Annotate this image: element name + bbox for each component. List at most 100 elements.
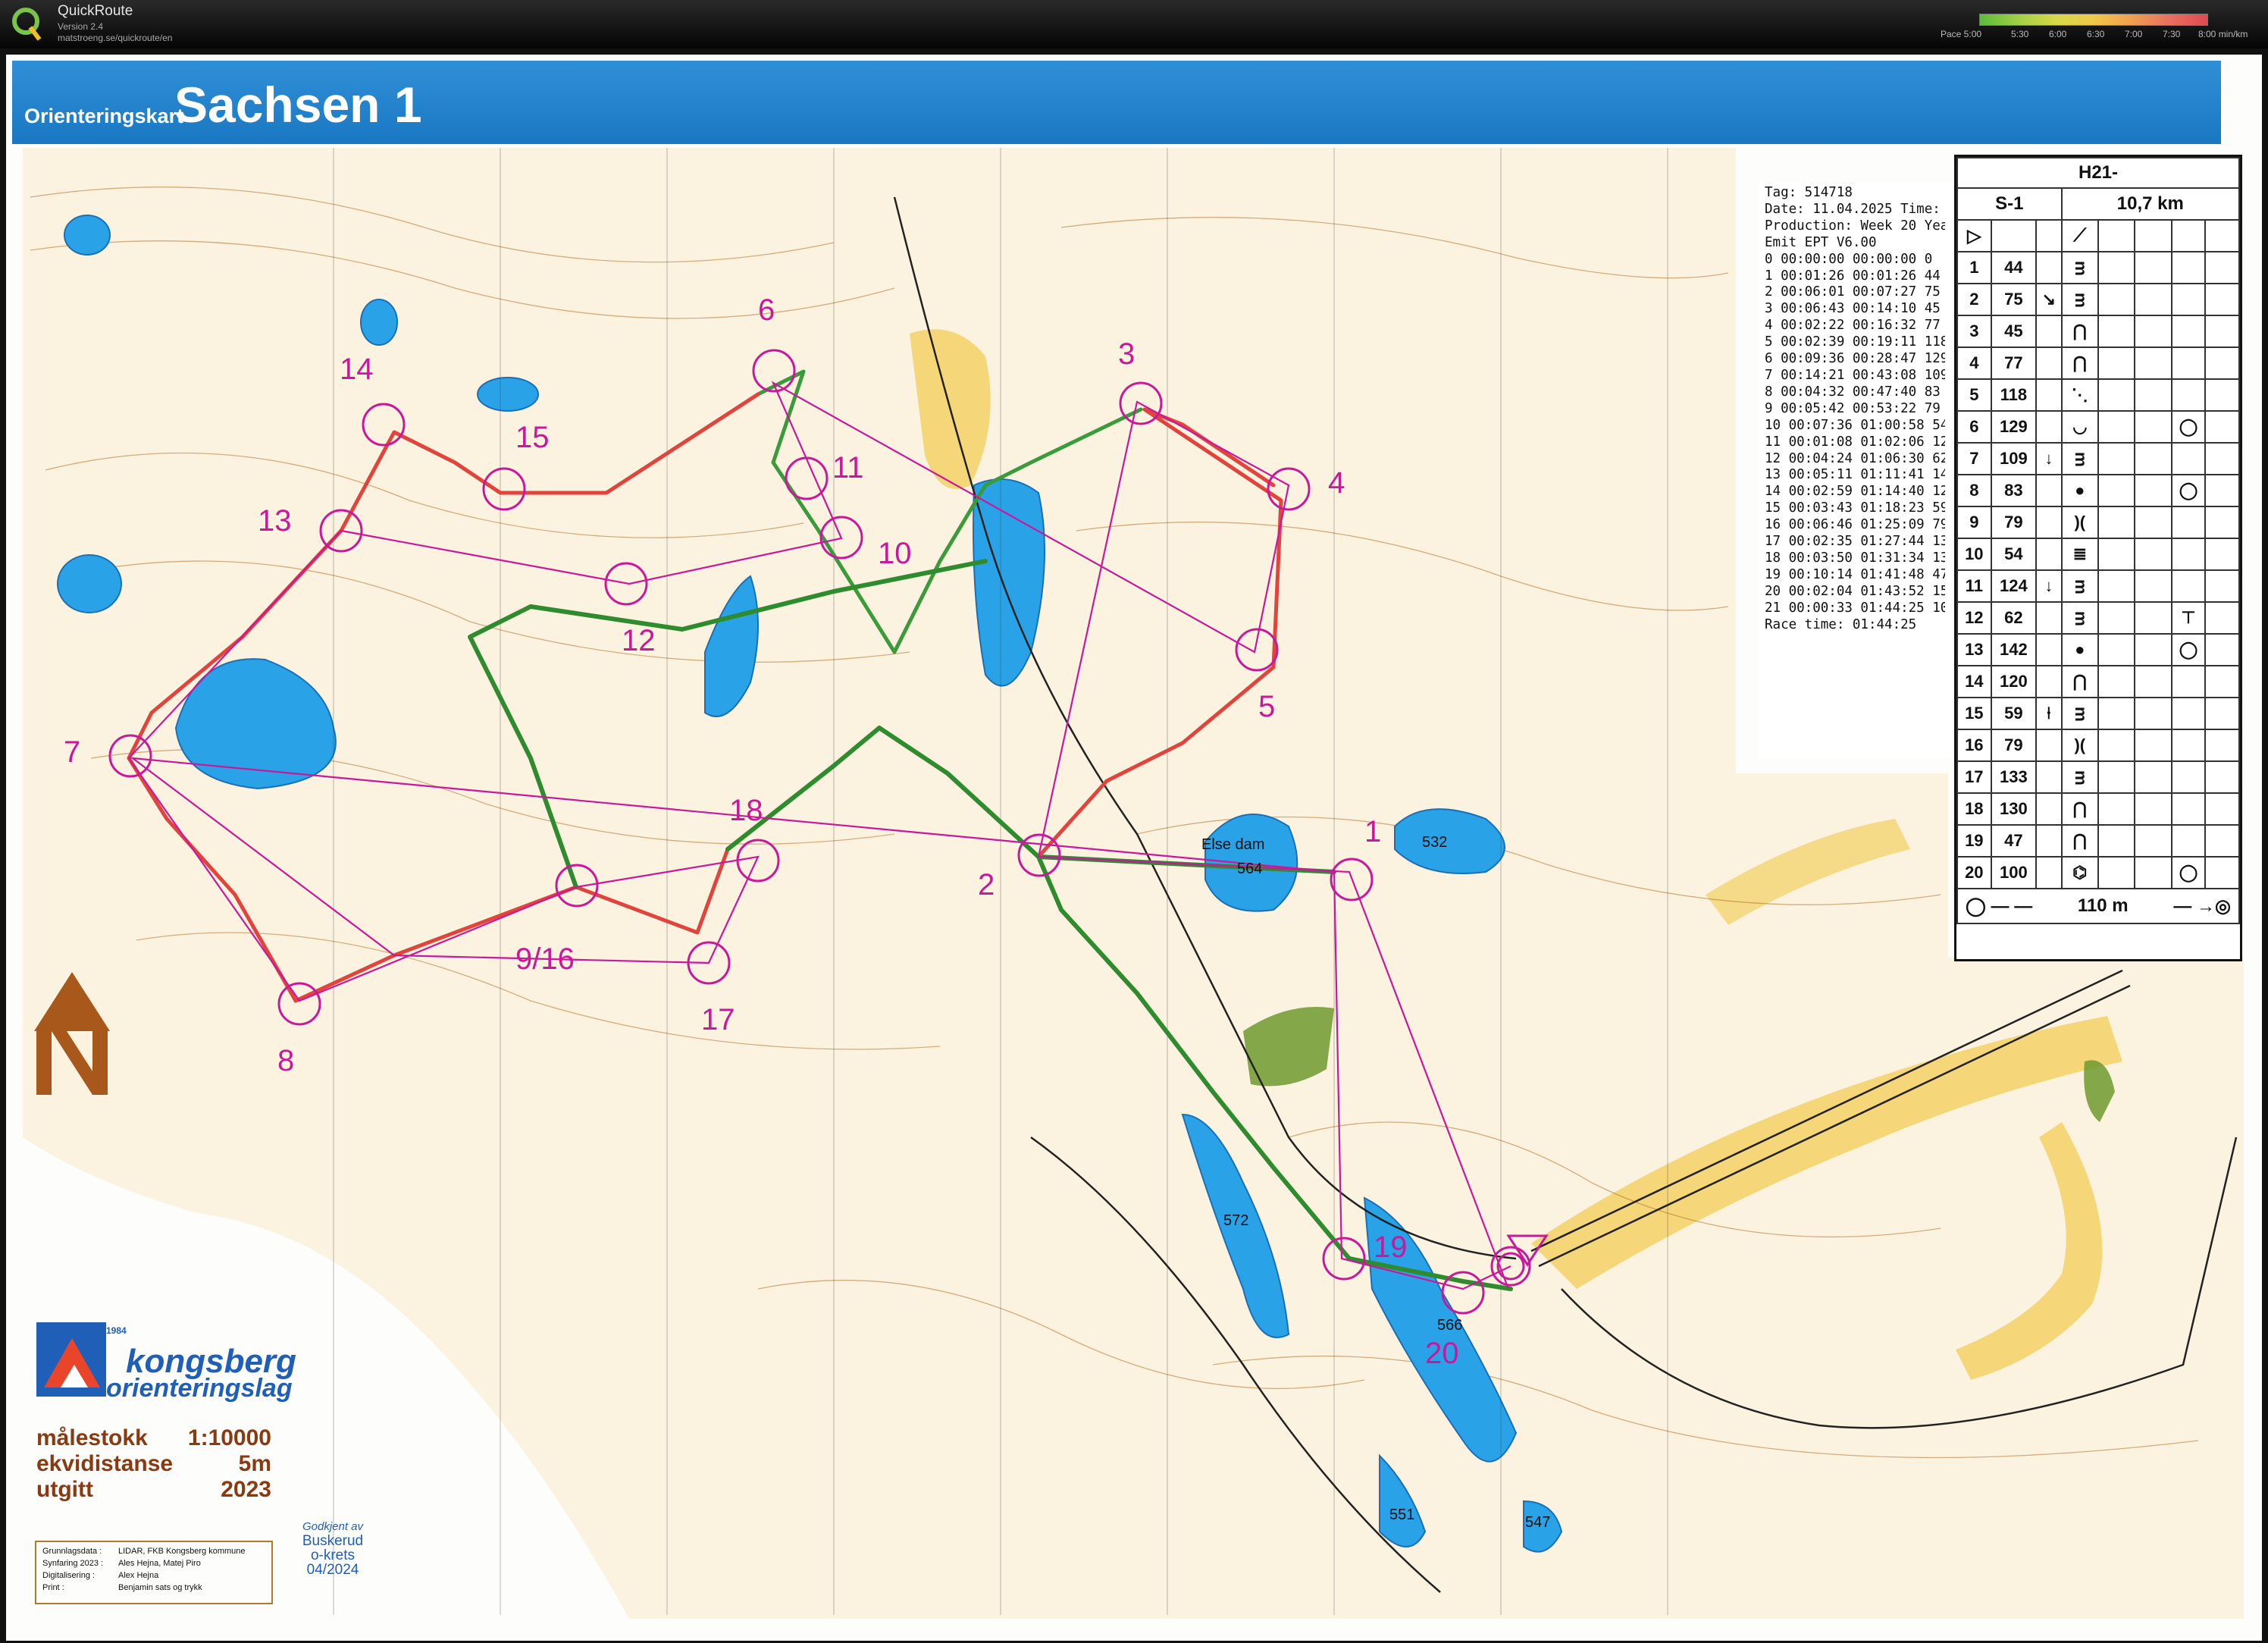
empty-cell: [2204, 697, 2240, 730]
control-row: 11 124 ↓ ᴟ: [1956, 569, 2240, 603]
control-extra-icon: ⊤: [2170, 601, 2207, 635]
control-code-cell: 77: [1990, 346, 2038, 380]
control-code-cell: 47: [1990, 824, 2038, 858]
control-direction-icon: ↓: [2035, 569, 2063, 603]
control-feature-icon: ᴟ: [2060, 601, 2099, 635]
empty-cell: [2097, 538, 2136, 571]
control-direction-icon: [2035, 251, 2063, 284]
lake-label: 547: [1525, 1514, 1550, 1531]
control-extra-icon: [2170, 665, 2207, 698]
lake-label: 532: [1422, 834, 1447, 851]
split-line: 12 00:04:24 01:06:30 62: [1765, 450, 1945, 466]
empty-cell: [2134, 442, 2172, 475]
empty-cell: [2134, 697, 2172, 730]
empty-cell: [2097, 824, 2136, 858]
control-number-cell: 18: [1956, 792, 1992, 826]
control-code-cell: 59: [1990, 697, 2038, 730]
control-direction-icon: [2035, 538, 2063, 571]
control-feature-icon: ᴟ: [2060, 442, 2099, 475]
empty-cell: [2097, 442, 2136, 475]
control-number-cell: 20: [1956, 856, 1992, 889]
credit-value: Benjamin sats og trykk: [118, 1583, 202, 1592]
split-line: 3 00:06:43 00:14:10 45: [1765, 301, 1941, 317]
scale-info: målestokk 1:10000 ekvidistanse 5m utgitt…: [36, 1425, 271, 1503]
control-number-cell: 11: [1956, 569, 1992, 603]
empty-cell: [2134, 601, 2172, 635]
control-code-cell: 120: [1990, 665, 2038, 698]
control-number: 1: [1364, 815, 1381, 848]
control-number-cell: 10: [1956, 538, 1992, 571]
empty-cell: [2134, 856, 2172, 889]
control-number-cell: 15: [1956, 697, 1992, 730]
empty-cell: [2097, 378, 2136, 412]
split-line: 8 00:04:32 00:47:40 83: [1765, 384, 1941, 400]
empty-cell: [2134, 824, 2172, 858]
control-extra-icon: [2170, 283, 2207, 316]
split-line: 6 00:09:36 00:28:47 129: [1765, 351, 1945, 367]
empty-cell: [2134, 792, 2172, 826]
control-direction-icon: [2035, 729, 2063, 762]
control-direction-icon: [2035, 665, 2063, 698]
control-feature-icon: ᴟ: [2060, 283, 2099, 316]
empty-cell: [2097, 283, 2136, 316]
control-number: 20: [1425, 1337, 1459, 1370]
control-number-cell: 1: [1956, 251, 1992, 284]
credits-box: Grunnlagsdata : LIDAR, FKB Kongsberg kom…: [35, 1541, 273, 1604]
control-row: 16 79)(: [1956, 729, 2240, 762]
control-number-cell: 16: [1956, 729, 1992, 762]
empty-cell: [2204, 538, 2240, 571]
control-row: 13 142 ● ◯: [1956, 633, 2240, 666]
course-class: H21-: [1956, 157, 2240, 189]
control-extra-icon: [2170, 569, 2207, 603]
empty-cell: [2204, 410, 2240, 444]
control-code-cell: 45: [1990, 315, 2038, 348]
credit-value: Alex Hejna: [118, 1571, 159, 1580]
control-code-cell: 124: [1990, 569, 2038, 603]
empty-cell: [2134, 474, 2172, 507]
control-code-cell: 83: [1990, 474, 2038, 507]
approval-line: o-krets: [310, 1547, 356, 1563]
club-logo-icon: [36, 1322, 106, 1397]
control-code-cell: 54: [1990, 538, 2038, 571]
control-code-cell: 100: [1990, 856, 2038, 889]
credit-key: Print :: [42, 1583, 64, 1592]
empty-cell: [2204, 665, 2240, 698]
split-line: Date: 11.04.2025 Time: 13:51: [1765, 201, 1945, 217]
control-row: 15 59 ⍿ ᴟ: [1956, 697, 2240, 730]
control-row: 17 133 ᴟ: [1956, 760, 2240, 794]
empty-cell: [2097, 760, 2136, 794]
empty-cell: [2134, 633, 2172, 666]
control-feature-icon: )(: [2060, 729, 2099, 762]
control-direction-icon: [2035, 824, 2063, 858]
lake-label: 551: [1389, 1507, 1414, 1523]
approval-line: Godkjent av: [302, 1520, 364, 1533]
control-code-cell: 44: [1990, 251, 2038, 284]
split-line: 11 00:01:08 01:02:06 124: [1765, 434, 1945, 450]
control-feature-icon: ≣: [2060, 538, 2099, 571]
lake-label: 572: [1223, 1212, 1248, 1229]
split-line: 20 00:02:04 01:43:52 155: [1765, 583, 1945, 599]
credit-key: Grunnlagsdata :: [42, 1547, 102, 1556]
split-line: 2 00:06:01 00:07:27 75: [1765, 284, 1941, 300]
control-extra-icon: [2170, 729, 2207, 762]
split-line: 10 00:07:36 01:00:58 54: [1765, 417, 1945, 433]
empty-cell: [2097, 410, 2136, 444]
control-number: 6: [758, 293, 775, 327]
control-direction-icon: [2035, 410, 2063, 444]
split-line: 1 00:01:26 00:01:26 44: [1765, 268, 1941, 284]
control-description-table: H21- S-1 10,7 km ▷ ⟋ 1 44 ᴟ 2 75 ↘ ᴟ 3 45 ⋂ 4 77 ⋂ 5 1…: [1956, 157, 2241, 924]
credit-value: Ales Hejna, Matej Piro: [118, 1559, 201, 1568]
empty-cell: [2097, 697, 2136, 730]
empty-cell: [2097, 856, 2136, 889]
empty-cell: [2204, 569, 2240, 603]
credit-value: LIDAR, FKB Kongsberg kommune: [118, 1547, 246, 1556]
course-length: 10,7 km: [2060, 187, 2241, 221]
start-triangle-icon: ▷: [1956, 219, 1992, 252]
split-line: 0 00:00:00 00:00:00 0: [1765, 251, 1933, 267]
empty-cell: [2134, 251, 2172, 284]
control-feature-icon: ●: [2060, 474, 2099, 507]
split-line: Emit EPT V6.00: [1765, 234, 1877, 250]
control-number-cell: 3: [1956, 315, 1992, 348]
control-number: 11: [832, 451, 864, 484]
control-code-cell: 129: [1990, 410, 2038, 444]
